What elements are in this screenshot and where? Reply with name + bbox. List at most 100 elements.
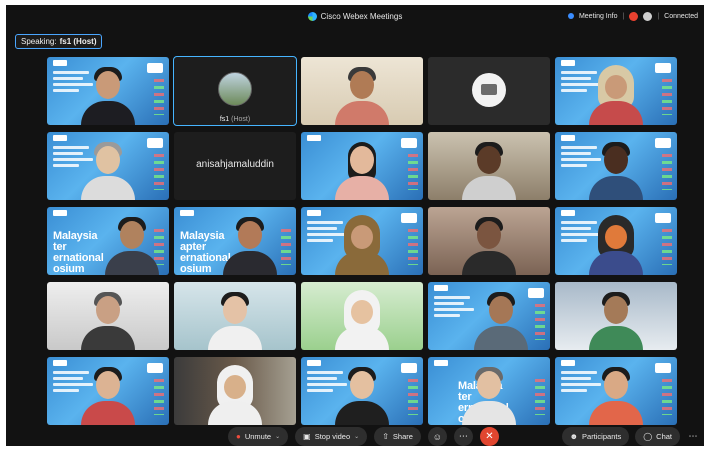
emoji-icon[interactable]: ☺ xyxy=(427,427,447,446)
participant-tile-host[interactable]: fs1 (Host) xyxy=(173,56,297,126)
participant-video xyxy=(589,215,643,275)
banner-decoration xyxy=(154,154,164,190)
webex-meeting-window: Cisco Webex Meetings Meeting Info | | Co… xyxy=(6,5,704,446)
participant-video xyxy=(81,365,135,425)
participant-tile[interactable] xyxy=(301,282,423,350)
participant-tile[interactable] xyxy=(301,57,423,125)
record-icon[interactable] xyxy=(629,11,639,21)
banner-decoration xyxy=(408,379,418,415)
participant-video xyxy=(462,140,516,200)
chat-label: Chat xyxy=(656,432,672,441)
participant-tile[interactable] xyxy=(47,132,169,200)
banner-badge xyxy=(147,363,163,373)
symposium-logo xyxy=(53,210,67,216)
symposium-logo xyxy=(307,135,321,141)
symposium-logo xyxy=(180,210,194,216)
symposium-logo xyxy=(53,60,67,66)
banner-decoration xyxy=(408,154,418,190)
window-title: Cisco Webex Meetings xyxy=(320,11,403,21)
banner-decoration xyxy=(281,229,291,265)
banner-decoration xyxy=(154,379,164,415)
symposium-logo xyxy=(561,135,575,141)
share-icon: ⇧ xyxy=(382,432,389,441)
banner-decoration xyxy=(662,229,672,265)
chevron-down-icon[interactable]: ⌄ xyxy=(354,433,359,440)
participant-tile[interactable] xyxy=(428,57,550,125)
participant-video xyxy=(335,140,389,200)
speaking-indicator: Speaking: fs1 (Host) xyxy=(15,34,103,49)
more-options-icon[interactable]: ⋯ xyxy=(686,427,700,446)
participant-video xyxy=(462,365,516,425)
video-camera-icon: ▣ xyxy=(303,432,311,441)
symposium-logo xyxy=(561,60,575,66)
participant-tile[interactable]: Malaysia ter ernational osium xyxy=(47,207,169,275)
participants-button[interactable]: ☻ Participants xyxy=(561,427,630,446)
participant-video xyxy=(335,65,389,125)
meeting-info-link[interactable]: Meeting Info xyxy=(579,13,618,20)
participant-tile[interactable] xyxy=(301,357,423,425)
symposium-logo xyxy=(307,360,321,366)
chat-button[interactable]: ◯ Chat xyxy=(635,427,680,446)
banner-badge xyxy=(528,288,544,298)
participant-tile[interactable] xyxy=(174,357,296,425)
people-icon: ☻ xyxy=(569,432,579,441)
participant-name: anisahjamaluddin xyxy=(196,159,274,170)
participant-video xyxy=(105,215,160,275)
topbar-right: Meeting Info | | Connected xyxy=(567,5,698,27)
participant-tile[interactable] xyxy=(555,357,677,425)
banner-decoration xyxy=(154,79,164,115)
share-button[interactable]: ⇧ Share xyxy=(374,427,421,446)
speaking-name: fs1 (Host) xyxy=(59,37,97,46)
participant-video xyxy=(222,215,277,275)
participant-video xyxy=(208,365,262,425)
stop-video-button[interactable]: ▣ Stop video ⌄ xyxy=(295,427,368,446)
participant-tile[interactable] xyxy=(47,57,169,125)
info-icon[interactable] xyxy=(567,13,574,19)
banner-badge xyxy=(147,63,163,73)
participant-tile[interactable] xyxy=(555,132,677,200)
chevron-down-icon[interactable]: ⌄ xyxy=(275,433,280,440)
more-icon[interactable]: ⋯ xyxy=(453,427,473,446)
banner-decoration xyxy=(535,304,545,340)
participant-name-label: fs1 (Host) xyxy=(174,116,296,123)
participants-label: Participants xyxy=(582,432,622,441)
symposium-logo xyxy=(53,360,67,366)
banner-badge xyxy=(401,213,417,223)
toolbar-right: ☻ Participants ◯ Chat ⋯ xyxy=(561,427,700,446)
participant-tile[interactable] xyxy=(428,132,550,200)
toolbar-center: ● Unmute ⌄ ▣ Stop video ⌄ ⇧ Share ☺ ⋯ ✕ xyxy=(228,427,499,446)
participant-tile[interactable] xyxy=(428,207,550,275)
banner-decoration xyxy=(408,229,418,265)
participant-avatar xyxy=(472,73,506,107)
participant-tile[interactable]: anisahjamaluddin xyxy=(174,132,296,200)
share-label: Share xyxy=(392,432,413,441)
chat-icon: ◯ xyxy=(643,432,653,441)
settings-icon[interactable] xyxy=(643,11,653,21)
participant-tile[interactable] xyxy=(555,57,677,125)
participant-tile[interactable] xyxy=(555,207,677,275)
close-icon[interactable]: ✕ xyxy=(479,427,499,446)
unmute-label: Unmute xyxy=(244,432,272,441)
stop-video-label: Stop video xyxy=(314,432,351,441)
participant-tile[interactable]: Malaysia ter ernational osium xyxy=(428,357,550,425)
participant-tile[interactable] xyxy=(555,282,677,350)
banner-decoration xyxy=(662,379,672,415)
participant-video xyxy=(589,290,643,350)
participant-tile[interactable] xyxy=(174,282,296,350)
banner-decoration xyxy=(535,379,545,415)
title-bar: Cisco Webex Meetings Meeting Info | | Co… xyxy=(6,5,704,27)
banner-title: Malaysia apter ernational osium xyxy=(180,230,231,275)
participant-tile[interactable] xyxy=(47,282,169,350)
participant-tile[interactable]: Malaysia apter ernational osium xyxy=(174,207,296,275)
participant-video xyxy=(81,140,135,200)
participant-tile[interactable] xyxy=(301,207,423,275)
participant-tile[interactable] xyxy=(301,132,423,200)
banner-badge xyxy=(147,138,163,148)
unmute-button[interactable]: ● Unmute ⌄ xyxy=(228,427,289,446)
mic-icon: ● xyxy=(236,432,241,441)
participant-tile[interactable] xyxy=(428,282,550,350)
participant-tile[interactable] xyxy=(47,357,169,425)
participant-video xyxy=(589,365,643,425)
participant-video xyxy=(81,290,135,350)
participant-video xyxy=(474,290,529,350)
